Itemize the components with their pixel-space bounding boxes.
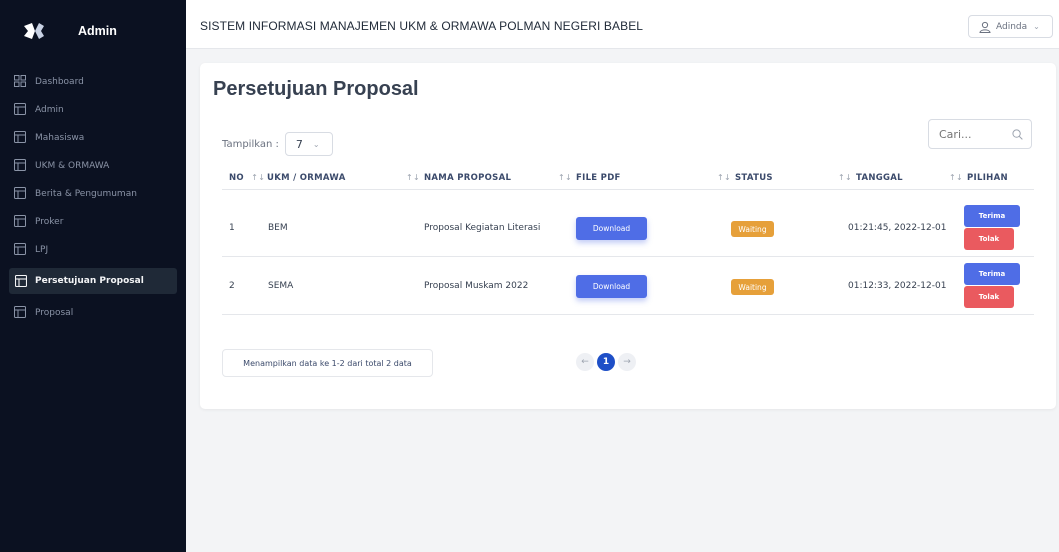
user-menu-button[interactable]: Adinda ⌄	[968, 15, 1053, 38]
download-button[interactable]: Download	[576, 275, 647, 298]
arrow-right-icon[interactable]: →	[618, 353, 636, 371]
sidebar-item-dashboard[interactable]: Dashboard	[0, 69, 186, 94]
sidebar-item-berita-pengumuman[interactable]: Berita & Pengumuman	[0, 181, 186, 206]
sidebar-item-mahasiswa[interactable]: Mahasiswa	[0, 125, 186, 150]
cell-proposal: Proposal Muskam 2022	[424, 281, 529, 291]
search-input[interactable]	[939, 127, 1009, 141]
column-header-no[interactable]: NO ↑↓	[229, 173, 269, 183]
pagination: ← 1 →	[576, 353, 636, 371]
page-number-button[interactable]: 1	[597, 353, 615, 371]
column-header-ukm[interactable]: UKM / ORMAWA	[267, 173, 346, 183]
column-header-file-pdf[interactable]: ↑↓ FILE PDF	[558, 173, 621, 183]
table-icon	[15, 275, 27, 287]
sidebar: Admin Dashboard Admin Mahasiswa UKM & OR…	[0, 0, 186, 552]
table-icon	[14, 159, 26, 171]
chevron-down-icon: ⌄	[1033, 22, 1040, 31]
cell-no: 2	[229, 281, 235, 291]
table-icon	[14, 103, 26, 115]
proposal-card: Persetujuan Proposal Tampilkan : 7 ⌄ NO …	[200, 63, 1056, 409]
column-header-status[interactable]: ↑↓ STATUS	[717, 173, 773, 183]
sidebar-item-label: Persetujuan Proposal	[35, 276, 144, 286]
user-name: Adinda	[996, 21, 1028, 32]
sidebar-item-lpj[interactable]: LPJ	[0, 237, 186, 262]
search-box[interactable]	[928, 119, 1032, 149]
cell-ukm: SEMA	[268, 281, 294, 291]
table-icon	[14, 306, 26, 318]
sort-icon: ↑↓	[717, 173, 732, 182]
chevron-down-icon: ⌄	[312, 139, 320, 149]
show-entries-value: 7	[295, 137, 303, 151]
sort-icon: ↑↓	[251, 173, 266, 182]
table-icon	[14, 215, 26, 227]
sort-icon: ↑↓	[558, 173, 573, 182]
table-icon	[14, 187, 26, 199]
sidebar-menu: Dashboard Admin Mahasiswa UKM & ORMAWA B…	[0, 69, 186, 325]
sort-icon: ↑↓	[838, 173, 853, 182]
table-row: 2 SEMA Proposal Muskam 2022 Download Wai…	[222, 257, 1034, 315]
column-header-nama-proposal[interactable]: ↑↓ NAMA PROPOSAL	[406, 173, 511, 183]
cell-tanggal: 01:21:45, 2022-12-01	[848, 223, 947, 233]
brand-title: Admin	[78, 24, 117, 38]
page-title: Persetujuan Proposal	[213, 78, 419, 100]
show-entries: Tampilkan : 7 ⌄	[222, 132, 333, 156]
sidebar-item-ukm-ormawa[interactable]: UKM & ORMAWA	[0, 153, 186, 178]
table-header: NO ↑↓ UKM / ORMAWA ↑↓ NAMA PROPOSAL ↑↓ FIL…	[222, 165, 1034, 190]
reject-button[interactable]: Tolak	[964, 228, 1014, 250]
sidebar-item-proker[interactable]: Proker	[0, 209, 186, 234]
accept-button[interactable]: Terima	[964, 263, 1020, 285]
accept-button[interactable]: Terima	[964, 205, 1020, 227]
download-button[interactable]: Download	[576, 217, 647, 240]
table-icon	[14, 243, 26, 255]
dashboard-grid-icon	[14, 75, 26, 87]
cell-proposal: Proposal Kegiatan Literasi	[424, 223, 541, 233]
cell-ukm: BEM	[268, 223, 288, 233]
show-entries-select[interactable]: 7 ⌄	[284, 132, 333, 156]
status-badge: Waiting	[731, 221, 774, 237]
show-label: Tampilkan :	[222, 138, 279, 150]
sidebar-item-label: Mahasiswa	[35, 132, 85, 143]
search-icon[interactable]	[1012, 129, 1023, 140]
column-header-pilihan[interactable]: ↑↓ PILIHAN	[949, 173, 1008, 183]
status-badge: Waiting	[731, 279, 774, 295]
user-icon	[979, 21, 991, 33]
sidebar-item-proposal[interactable]: Proposal	[0, 300, 186, 325]
sidebar-item-label: Proposal	[35, 307, 74, 318]
arrow-left-icon[interactable]: ←	[576, 353, 594, 371]
sidebar-item-label: Dashboard	[35, 76, 84, 87]
sort-icon: ↑↓	[406, 173, 421, 182]
brand[interactable]: Admin	[0, 0, 186, 62]
pagination-info: Menampilkan data ke 1-2 dari total 2 dat…	[222, 349, 433, 377]
sidebar-item-label: LPJ	[35, 244, 49, 255]
sidebar-item-label: Admin	[35, 104, 64, 115]
sidebar-item-label: UKM & ORMAWA	[35, 160, 110, 171]
sidebar-item-label: Proker	[35, 216, 64, 227]
column-header-tanggal[interactable]: ↑↓ TANGGAL	[838, 173, 903, 183]
sidebar-item-persetujuan-proposal[interactable]: Persetujuan Proposal	[9, 268, 177, 294]
sort-icon: ↑↓	[949, 173, 964, 182]
table-row: 1 BEM Proposal Kegiatan Literasi Downloa…	[222, 199, 1034, 257]
sidebar-item-admin[interactable]: Admin	[0, 97, 186, 122]
table-icon	[14, 131, 26, 143]
sidebar-item-label: Berita & Pengumuman	[35, 188, 137, 199]
system-title: SISTEM INFORMASI MANAJEMEN UKM & ORMAWA …	[200, 19, 644, 33]
cell-tanggal: 01:12:33, 2022-12-01	[848, 281, 947, 291]
topbar: SISTEM INFORMASI MANAJEMEN UKM & ORMAWA …	[186, 0, 1059, 49]
logo-icon	[24, 23, 44, 39]
cell-no: 1	[229, 223, 235, 233]
reject-button[interactable]: Tolak	[964, 286, 1014, 308]
